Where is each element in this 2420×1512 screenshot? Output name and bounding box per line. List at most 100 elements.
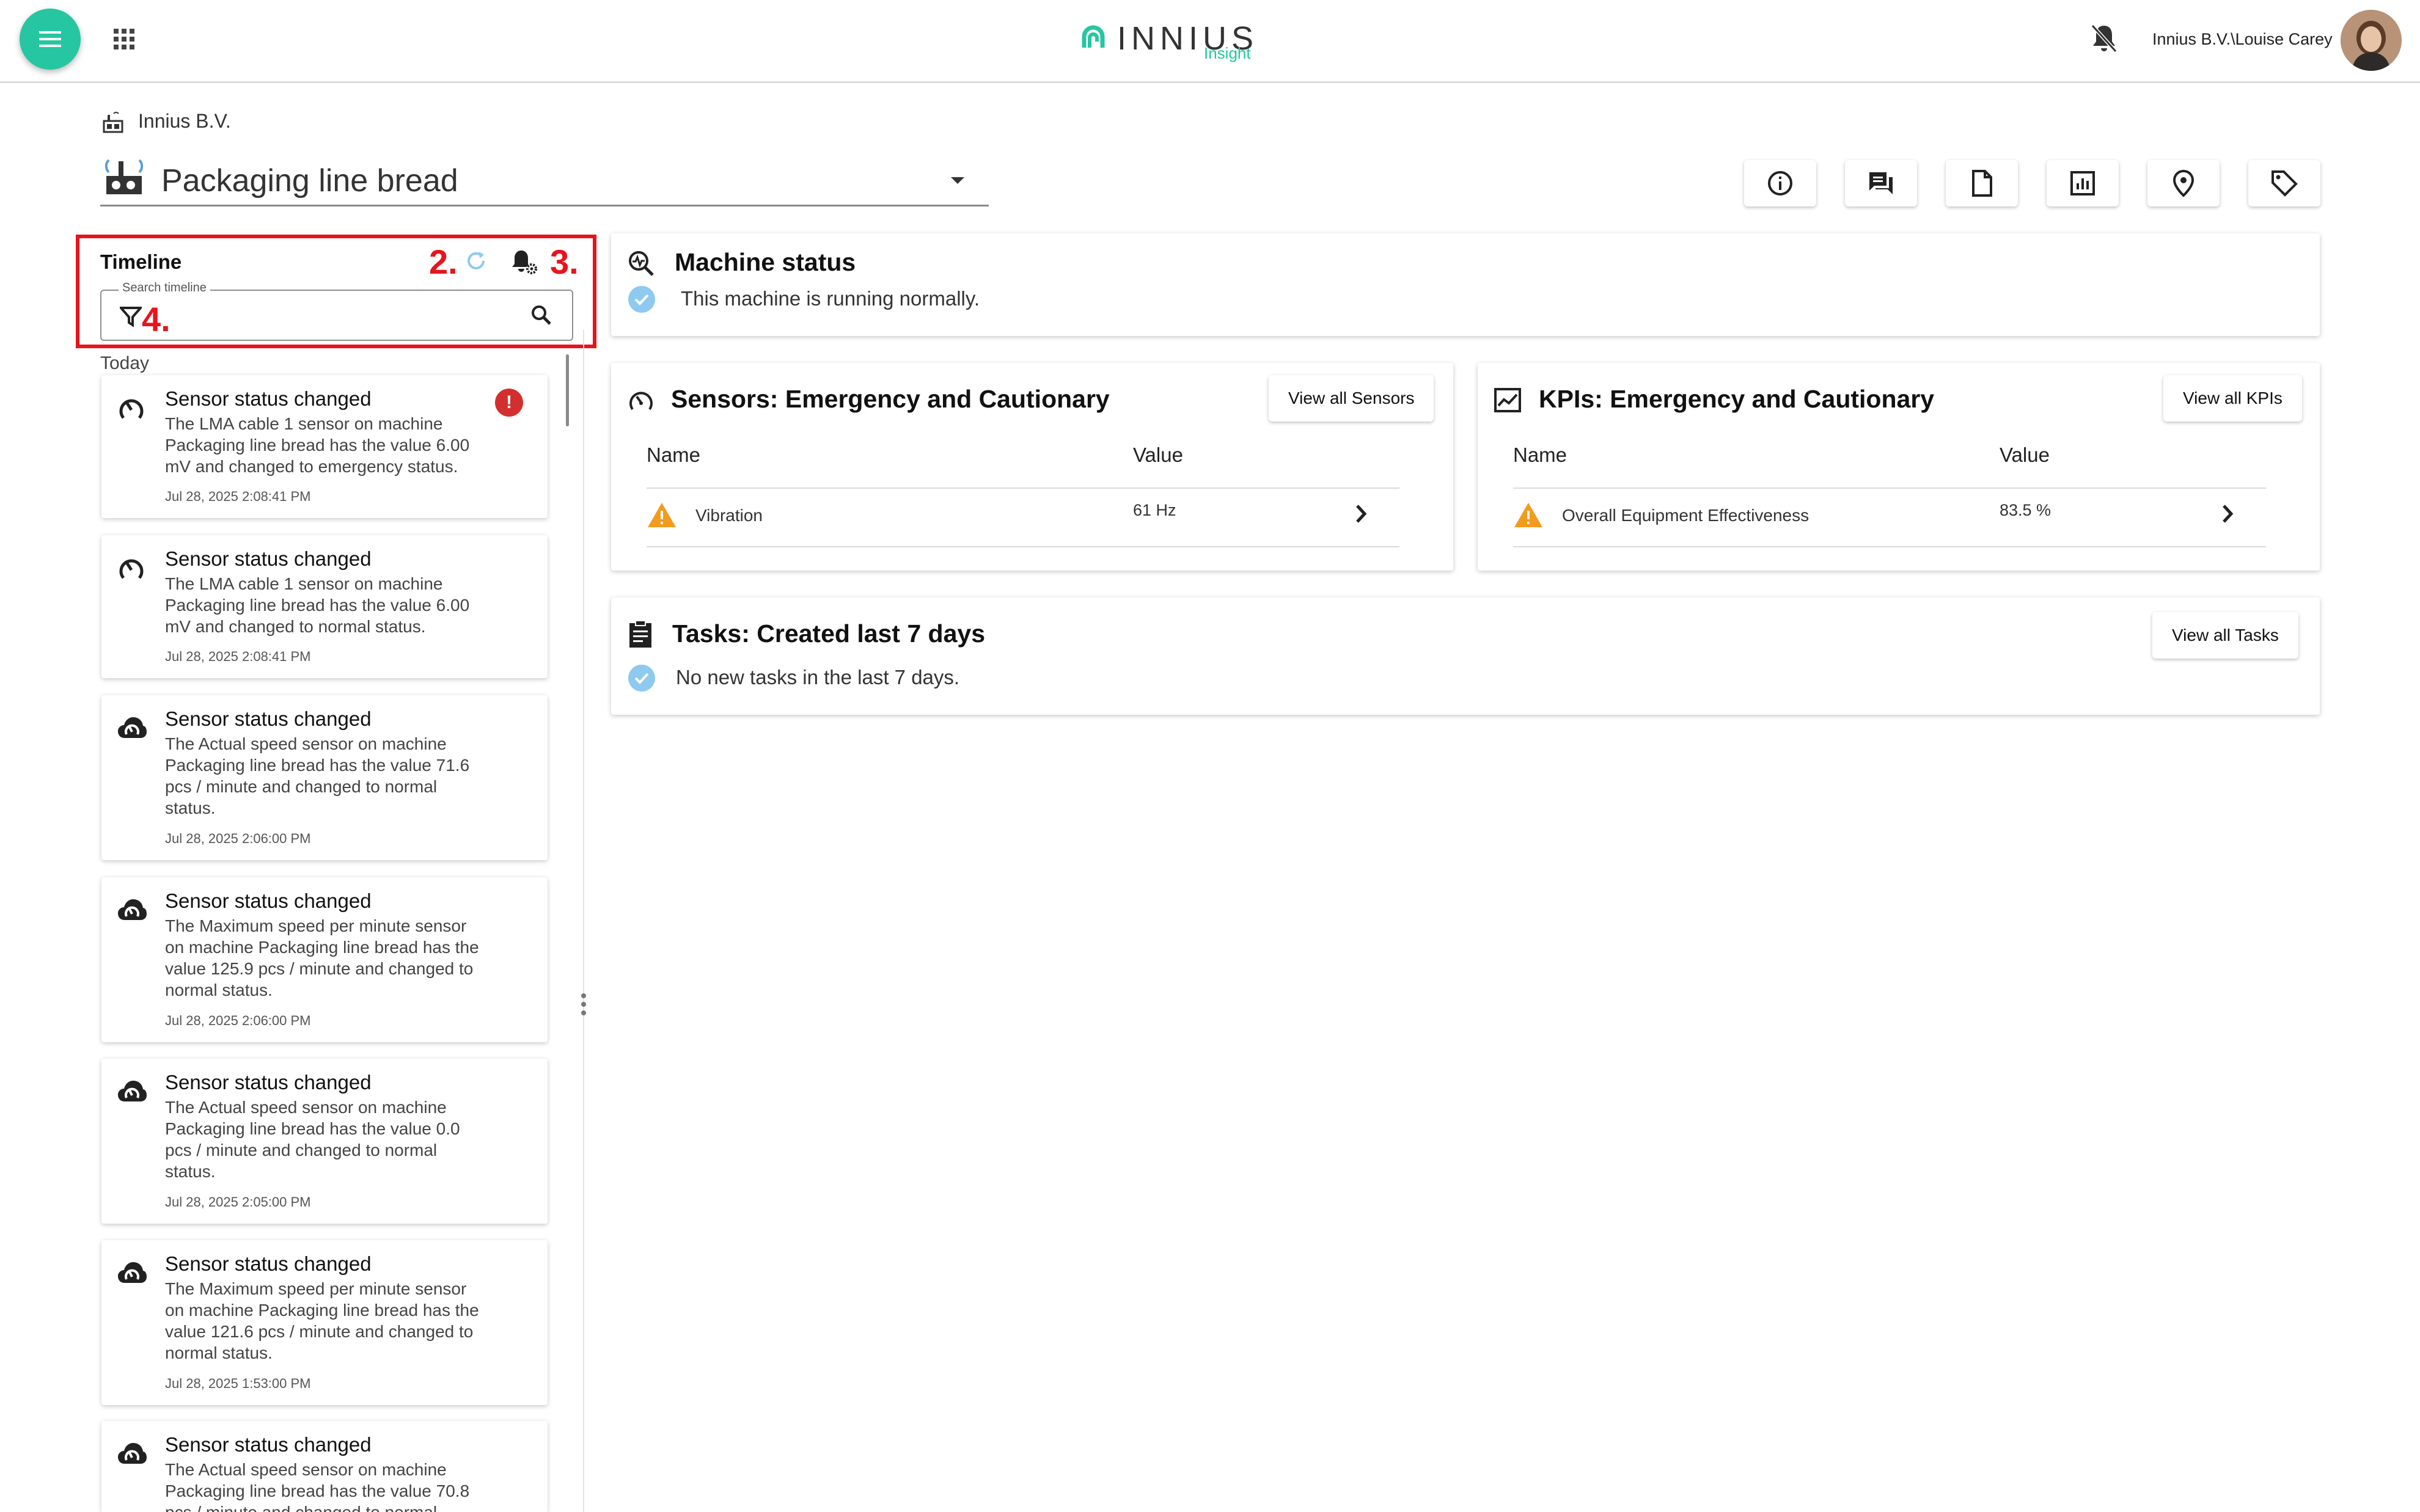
breadcrumb-company[interactable]: Innius B.V.	[138, 110, 231, 133]
machine-selector[interactable]: Packaging line bread	[100, 152, 989, 206]
event-time: Jul 28, 2025 2:08:41 PM	[165, 489, 311, 504]
search-timeline-input[interactable]	[199, 302, 517, 330]
event-title: Sensor status changed	[165, 889, 372, 912]
warning-icon	[647, 501, 677, 529]
kpis-panel: KPIs: Emergency and Cautionary View all …	[1478, 363, 2320, 571]
user-name[interactable]: Innius B.V.\Louise Carey	[2152, 30, 2333, 49]
tag-icon	[2272, 170, 2298, 197]
top-app-bar: INNIUS Insight Innius B.V.\Louise Carey	[0, 0, 2420, 83]
kpis-col-value: Value	[2000, 444, 2050, 466]
location-button[interactable]	[2147, 160, 2220, 206]
sensors-col-name: Name	[647, 444, 701, 466]
row-divider	[1513, 546, 2266, 547]
machine-status-title: Machine status	[675, 248, 856, 276]
emergency-badge: !	[495, 389, 523, 417]
check-circle-icon	[628, 665, 655, 692]
event-time: Jul 28, 2025 1:53:00 PM	[165, 1376, 311, 1391]
tags-button[interactable]	[2248, 160, 2320, 206]
kpi-chart-icon	[1494, 387, 1522, 413]
kpi-value: 83.5 %	[2000, 501, 2052, 519]
search-timeline-field[interactable]: Search timeline 4.	[100, 281, 573, 341]
main-menu-button[interactable]	[20, 9, 81, 70]
menu-icon	[39, 31, 61, 47]
clipboard-icon	[627, 619, 654, 649]
timeline-event[interactable]: Sensor status changed The Actual speed s…	[101, 1421, 548, 1512]
documents-button[interactable]	[1946, 160, 2018, 206]
sensor-name: Vibration	[695, 506, 763, 525]
timeline-event[interactable]: Sensor status changed The LMA cable 1 se…	[101, 535, 548, 678]
timeline-event[interactable]: Sensor status changed The LMA cable 1 se…	[101, 375, 548, 518]
timeline-event[interactable]: Sensor status changed The Actual speed s…	[101, 695, 548, 860]
machine-status-text: This machine is running normally.	[681, 287, 980, 310]
event-title: Sensor status changed	[165, 707, 372, 730]
row-divider	[1513, 488, 2266, 489]
machine-status-panel: Machine status This machine is running n…	[611, 233, 2320, 336]
kpis-title: KPIs: Emergency and Cautionary	[1539, 385, 1935, 413]
timeline-group-today: Today	[100, 353, 150, 373]
apps-grid-icon[interactable]	[112, 27, 136, 51]
tasks-panel: Tasks: Created last 7 days View all Task…	[611, 597, 2320, 715]
event-title: Sensor status changed	[165, 547, 372, 570]
timeline-scrollbar[interactable]	[566, 354, 569, 426]
tasks-status-text: No new tasks in the last 7 days.	[676, 666, 960, 688]
logo-subtitle: Insight	[1204, 44, 1251, 62]
reports-button[interactable]	[2047, 160, 2119, 206]
timeline-event[interactable]: Sensor status changed The Actual speed s…	[101, 1059, 548, 1224]
search-timeline-label: Search timeline	[119, 281, 210, 295]
splitter-handle-icon[interactable]	[579, 992, 588, 1017]
row-divider	[647, 488, 1399, 489]
refresh-icon[interactable]	[464, 249, 488, 272]
check-circle-icon	[628, 286, 655, 313]
chat-icon	[1869, 172, 1893, 194]
view-all-kpis-button[interactable]: View all KPIs	[2163, 375, 2302, 422]
event-title: Sensor status changed	[165, 1433, 372, 1456]
event-time: Jul 28, 2025 2:08:41 PM	[165, 649, 311, 664]
machine-name: Packaging line bread	[161, 163, 458, 199]
kpi-name: Overall Equipment Effectiveness	[1562, 506, 1810, 525]
location-icon	[2172, 169, 2194, 197]
speed-cloud-icon	[116, 1077, 148, 1105]
sensors-panel: Sensors: Emergency and Cautionary View a…	[611, 363, 1453, 571]
table-row[interactable]: Vibration 61 Hz	[647, 501, 1399, 544]
dropdown-arrow-icon[interactable]	[951, 177, 964, 184]
row-divider	[647, 546, 1399, 547]
timeline-title: Timeline	[100, 250, 182, 273]
notifications-off-icon[interactable]	[2090, 23, 2118, 55]
user-avatar[interactable]	[2341, 10, 2402, 71]
event-body: The Actual speed sensor on machine Packa…	[165, 734, 470, 817]
speed-cloud-icon	[116, 1439, 148, 1467]
notification-settings-icon[interactable]	[510, 248, 539, 276]
info-icon	[1768, 171, 1792, 195]
innius-logo[interactable]: INNIUS Insight	[1079, 20, 1263, 68]
document-icon	[1972, 170, 1992, 197]
event-time: Jul 28, 2025 2:06:00 PM	[165, 831, 311, 846]
report-icon	[2070, 171, 2095, 195]
filter-icon[interactable]	[120, 305, 142, 327]
kpis-col-name: Name	[1513, 444, 1568, 466]
view-all-tasks-button[interactable]: View all Tasks	[2152, 612, 2298, 659]
event-body: The Actual speed sensor on machine Packa…	[165, 1460, 470, 1512]
event-title: Sensor status changed	[165, 1071, 372, 1094]
speed-cloud-icon	[116, 714, 148, 742]
chevron-right-icon[interactable]	[2218, 503, 2237, 524]
sensor-gauge-icon	[116, 393, 147, 424]
sensor-value: 61 Hz	[1133, 501, 1176, 519]
sensors-col-value: Value	[1133, 444, 1183, 466]
annotation-3: 3.	[550, 243, 579, 281]
annotation-2: 2.	[429, 243, 458, 281]
timeline-event[interactable]: Sensor status changed The Maximum speed …	[101, 877, 548, 1042]
search-icon[interactable]	[529, 303, 554, 327]
warning-icon	[1513, 501, 1544, 529]
panel-splitter[interactable]	[583, 330, 584, 1512]
tasks-title: Tasks: Created last 7 days	[672, 619, 985, 648]
timeline-event[interactable]: Sensor status changed The Maximum speed …	[101, 1240, 548, 1405]
view-all-sensors-button[interactable]: View all Sensors	[1269, 375, 1434, 422]
chevron-right-icon[interactable]	[1352, 503, 1370, 524]
sensor-gauge-icon	[627, 386, 655, 414]
info-button[interactable]	[1744, 160, 1816, 206]
chat-button[interactable]	[1845, 160, 1917, 206]
machine-icon	[103, 155, 145, 198]
table-row[interactable]: Overall Equipment Effectiveness 83.5 %	[1513, 501, 2266, 544]
speed-cloud-icon	[116, 1258, 148, 1287]
company-icon	[101, 111, 125, 134]
